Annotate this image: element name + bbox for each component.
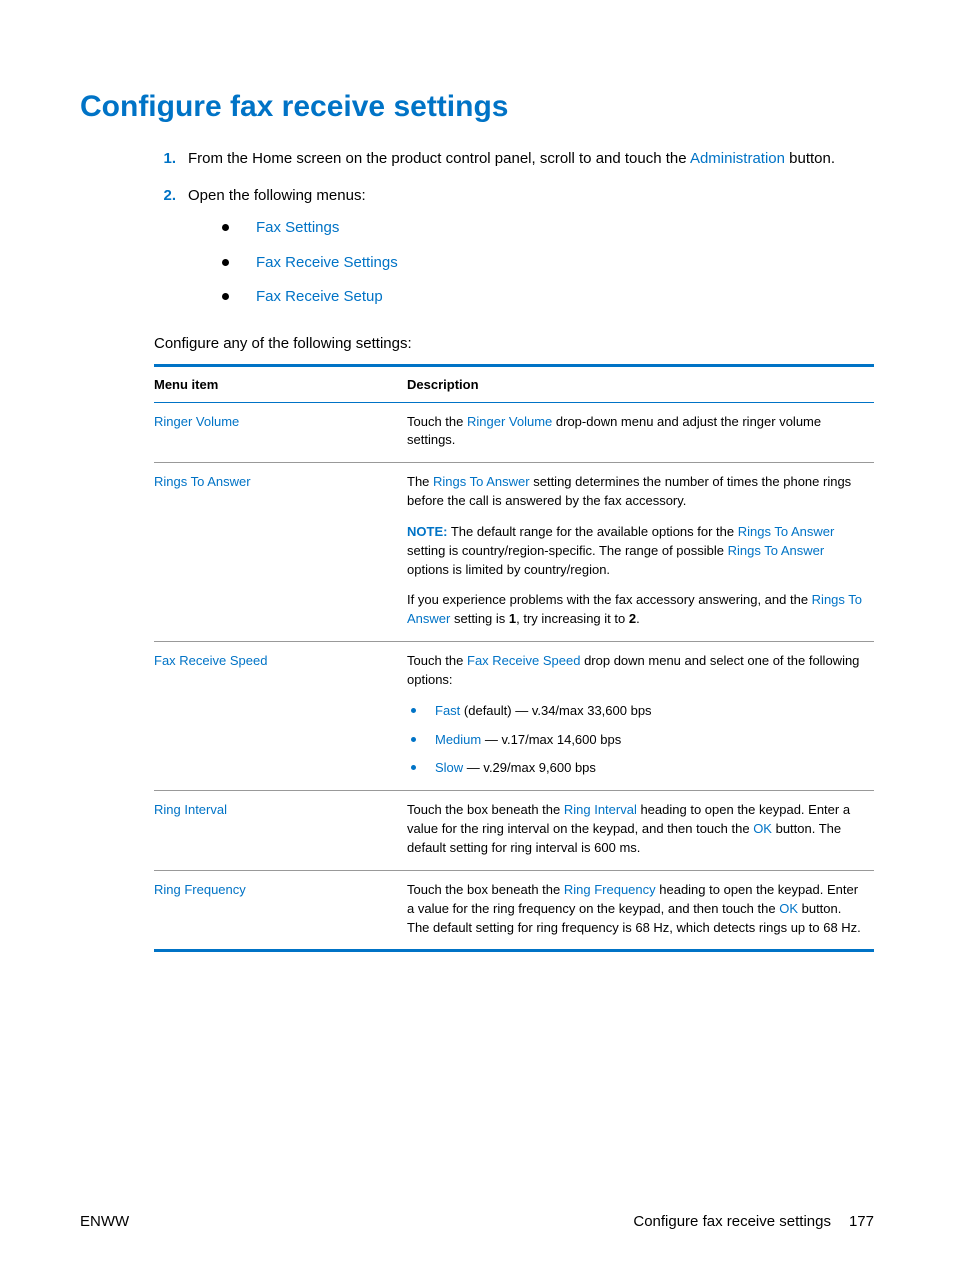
footer-left: ENWW xyxy=(80,1213,129,1230)
menu-link-text: Ringer Volume xyxy=(467,414,552,429)
description-cell: Touch the box beneath the Ring Interval … xyxy=(407,791,874,871)
menu-link-text: Ring Interval xyxy=(564,802,637,817)
menu-item-cell: Fax Receive Speed xyxy=(154,642,407,791)
description-paragraph: Touch the box beneath the Ring Frequency… xyxy=(407,881,866,938)
text-run: options is limited by country/region. xyxy=(407,562,610,577)
menu-item-cell: Ring Frequency xyxy=(154,870,407,951)
description-paragraph: NOTE: The default range for the availabl… xyxy=(407,523,866,580)
menu-item-cell: Ringer Volume xyxy=(154,402,407,463)
text-run: Touch the xyxy=(407,653,467,668)
document-page: Configure fax receive settings 1.From th… xyxy=(0,0,954,1270)
menu-link-text: Fax Settings xyxy=(256,219,339,236)
table-row: Ring FrequencyTouch the box beneath the … xyxy=(154,870,874,951)
table-header-description: Description xyxy=(407,365,874,402)
description-cell: Touch the box beneath the Ring Frequency… xyxy=(407,870,874,951)
table-header-menu: Menu item xyxy=(154,365,407,402)
menu-link-text: Rings To Answer xyxy=(738,524,835,539)
menu-link-text: OK xyxy=(753,821,772,836)
step-body: Open the following menus:Fax SettingsFax… xyxy=(188,185,874,321)
menu-item-cell: Rings To Answer xyxy=(154,463,407,642)
description-cell: Touch the Ringer Volume drop-down menu a… xyxy=(407,402,874,463)
step-item: 1.From the Home screen on the product co… xyxy=(154,148,874,171)
description-paragraph: If you experience problems with the fax … xyxy=(407,591,866,629)
text-run: Touch the box beneath the xyxy=(407,802,564,817)
text-run: button. xyxy=(785,150,835,167)
sub-menu-item: Fax Receive Setup xyxy=(222,286,874,309)
page-footer: ENWW Configure fax receive settings 177 xyxy=(80,1213,874,1230)
text-run: If you experience problems with the fax … xyxy=(407,592,812,607)
step-item: 2.Open the following menus:Fax SettingsF… xyxy=(154,185,874,321)
text-run: setting is xyxy=(450,611,509,626)
text-run: , try increasing it to xyxy=(516,611,629,626)
text-run: From the Home screen on the product cont… xyxy=(188,150,690,167)
text-run: (default) — v.34/max 33,600 bps xyxy=(460,703,651,718)
menu-link-text: OK xyxy=(779,901,798,916)
footer-section-title: Configure fax receive settings xyxy=(633,1213,831,1230)
table-row: Rings To AnswerThe Rings To Answer setti… xyxy=(154,463,874,642)
description-paragraph: Touch the Ringer Volume drop-down menu a… xyxy=(407,413,866,451)
description-cell: Touch the Fax Receive Speed drop down me… xyxy=(407,642,874,791)
menu-link-text: Fax Receive Settings xyxy=(256,254,398,271)
menu-link-text: Ring Frequency xyxy=(564,882,656,897)
description-paragraph: The Rings To Answer setting determines t… xyxy=(407,473,866,511)
text-run: — v.17/max 14,600 bps xyxy=(481,732,621,747)
description-list-item: Slow — v.29/max 9,600 bps xyxy=(407,759,866,778)
text-run: The default range for the available opti… xyxy=(447,524,737,539)
menu-link-text: Administration xyxy=(690,150,785,167)
text-run: The xyxy=(407,474,433,489)
text-run: Touch the box beneath the xyxy=(407,882,564,897)
description-list: Fast (default) — v.34/max 33,600 bps Medi… xyxy=(407,702,866,779)
table-row: Fax Receive SpeedTouch the Fax Receive S… xyxy=(154,642,874,791)
description-list-item: Fast (default) — v.34/max 33,600 bps xyxy=(407,702,866,721)
intro-paragraph: Configure any of the following settings: xyxy=(154,335,874,352)
table-row: Ringer VolumeTouch the Ringer Volume dro… xyxy=(154,402,874,463)
description-paragraph: Touch the box beneath the Ring Interval … xyxy=(407,801,866,858)
menu-link-text: Fax Receive Setup xyxy=(256,288,383,305)
text-run: . xyxy=(636,611,640,626)
ordered-steps: 1.From the Home screen on the product co… xyxy=(80,148,874,321)
description-paragraph: Touch the Fax Receive Speed drop down me… xyxy=(407,652,866,690)
table-row: Ring IntervalTouch the box beneath the R… xyxy=(154,791,874,871)
description-list-item: Medium — v.17/max 14,600 bps xyxy=(407,731,866,750)
menu-link-text: Rings To Answer xyxy=(728,543,825,558)
text-run: setting is country/region-specific. The … xyxy=(407,543,728,558)
footer-page-number: 177 xyxy=(849,1213,874,1230)
settings-table: Menu item Description Ringer VolumeTouch… xyxy=(154,364,874,953)
text-run: — v.29/max 9,600 bps xyxy=(463,760,596,775)
description-cell: The Rings To Answer setting determines t… xyxy=(407,463,874,642)
menu-link-text: Slow xyxy=(435,760,463,775)
sub-menu-item: Fax Settings xyxy=(222,217,874,240)
menu-link-text: Medium xyxy=(435,732,481,747)
menu-link-text: Fax Receive Speed xyxy=(467,653,580,668)
bold-text: 2 xyxy=(629,611,636,626)
text-run: Touch the xyxy=(407,414,467,429)
menu-link-text: Fast xyxy=(435,703,460,718)
step-number: 1. xyxy=(154,148,188,171)
step-number: 2. xyxy=(154,185,188,321)
menu-link-text: Rings To Answer xyxy=(433,474,530,489)
step-body: From the Home screen on the product cont… xyxy=(188,148,874,171)
text-run: Open the following menus: xyxy=(188,187,366,204)
sub-menu-item: Fax Receive Settings xyxy=(222,252,874,275)
page-title: Configure fax receive settings xyxy=(80,90,874,124)
menu-item-cell: Ring Interval xyxy=(154,791,407,871)
sub-menu-list: Fax Settings Fax Receive Settings Fax Rece… xyxy=(222,217,874,309)
note-label: NOTE: xyxy=(407,524,447,539)
